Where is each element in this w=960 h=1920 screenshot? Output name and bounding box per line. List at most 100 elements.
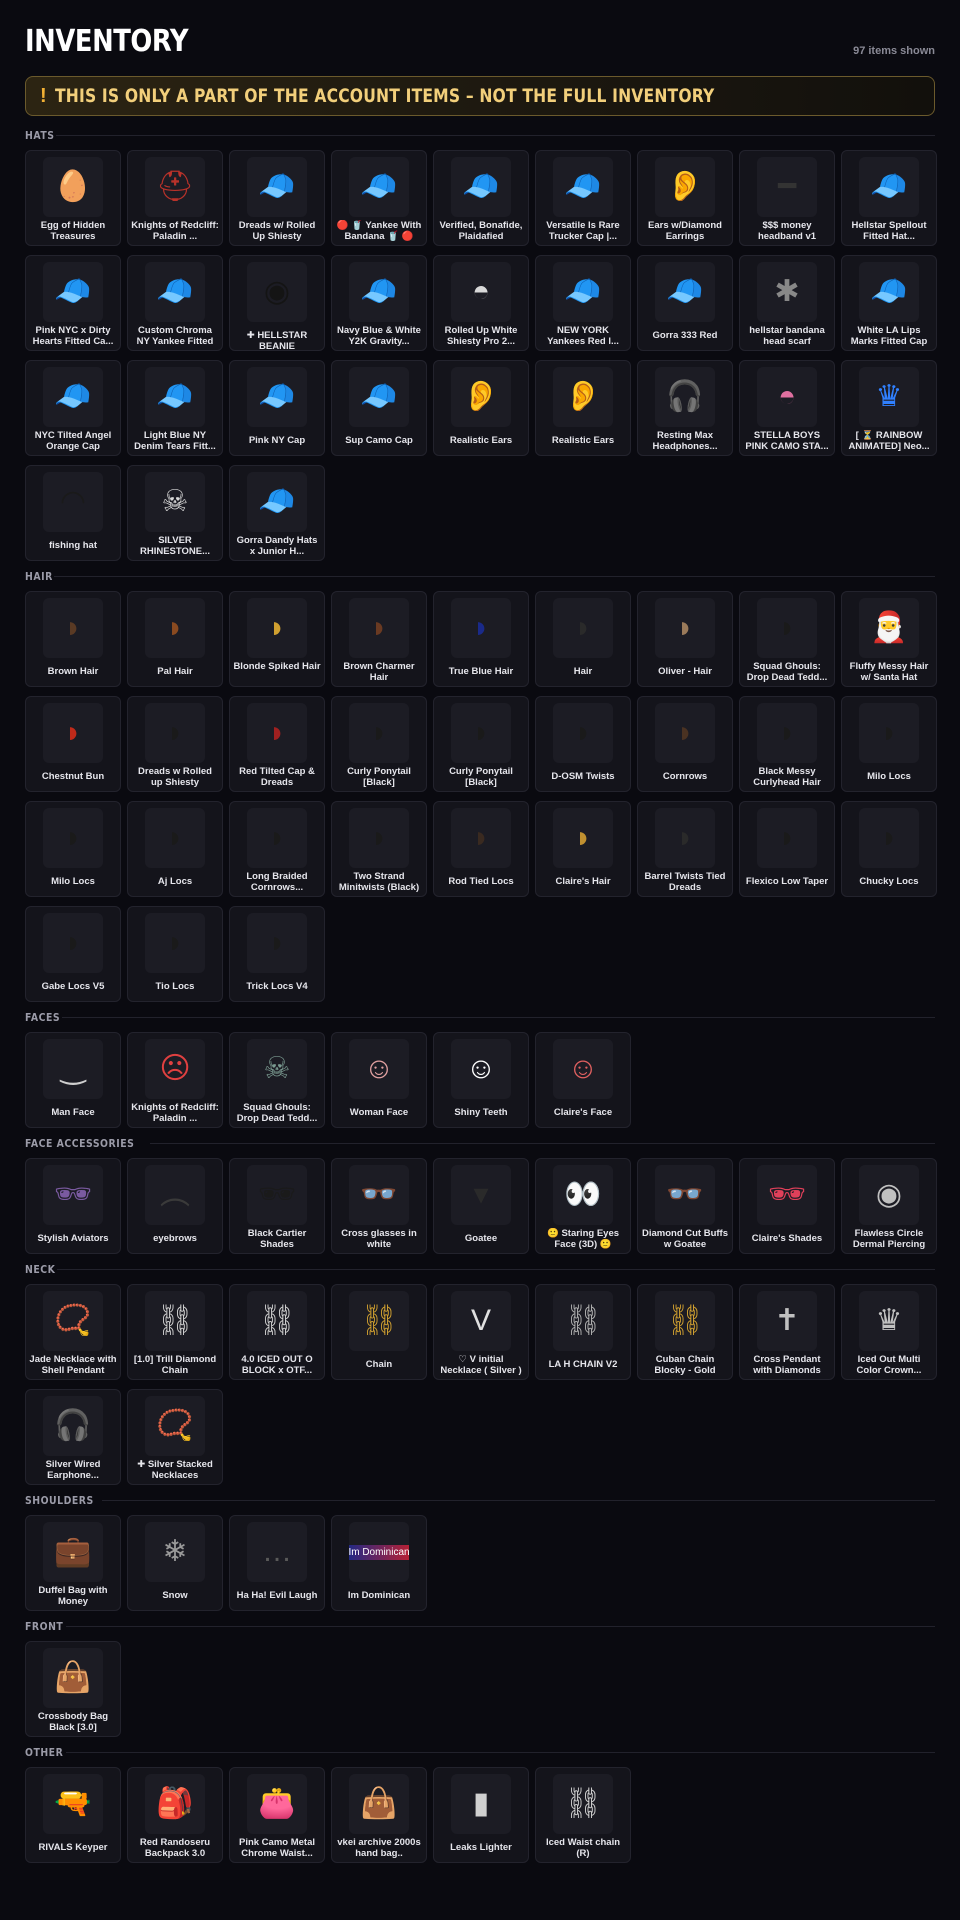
- item-card[interactable]: 🥚 Egg of Hidden Treasures: [25, 150, 121, 246]
- item-card[interactable]: ◗ Hair: [535, 591, 631, 687]
- item-card[interactable]: ◗ Dreads w Rolled up Shiesty: [127, 696, 223, 792]
- item-card[interactable]: 🕶 Black Cartier Shades: [229, 1158, 325, 1254]
- item-card[interactable]: ◗ Chucky Locs: [841, 801, 937, 897]
- item-card[interactable]: ◗ Trick Locs V4: [229, 906, 325, 1002]
- item-card[interactable]: ◗ Pal Hair: [127, 591, 223, 687]
- item-card[interactable]: ◗ Squad Ghouls: Drop Dead Tedd...: [739, 591, 835, 687]
- item-card[interactable]: ☺ Claire's Face: [535, 1032, 631, 1128]
- item-card[interactable]: ⛓ Iced Waist chain (R): [535, 1767, 631, 1863]
- item-card[interactable]: 🧢 Hellstar Spellout Fitted Hat...: [841, 150, 937, 246]
- item-card[interactable]: ◗ Claire's Hair: [535, 801, 631, 897]
- item-card[interactable]: 🕶 Stylish Aviators: [25, 1158, 121, 1254]
- item-card[interactable]: ❄ Snow: [127, 1515, 223, 1611]
- item-card[interactable]: 🧢 Verified, Bonafide, Plaidafied: [433, 150, 529, 246]
- item-card[interactable]: ◗ Brown Charmer Hair: [331, 591, 427, 687]
- item-thumbnail: 🧢: [349, 157, 409, 217]
- item-card[interactable]: 💼 Duffel Bag with Money: [25, 1515, 121, 1611]
- item-card[interactable]: ◗ Tio Locs: [127, 906, 223, 1002]
- item-card[interactable]: 🧢 Pink NYC x Dirty Hearts Fitted Ca...: [25, 255, 121, 351]
- item-card[interactable]: ☺ Shiny Teeth: [433, 1032, 529, 1128]
- item-card[interactable]: ◗ Aj Locs: [127, 801, 223, 897]
- item-name: eyebrows: [153, 1233, 197, 1244]
- item-card[interactable]: 👂 Ears w/Diamond Earrings: [637, 150, 733, 246]
- item-card[interactable]: 🧢 White LA Lips Marks Fitted Cap: [841, 255, 937, 351]
- item-card[interactable]: ︵ eyebrows: [127, 1158, 223, 1254]
- item-card[interactable]: ◉ ✚ HELLSTAR BEANIE: [229, 255, 325, 352]
- item-card[interactable]: 📿 ✚ Silver Stacked Necklaces: [127, 1389, 223, 1485]
- item-card[interactable]: 👜 vkei archive 2000s hand bag..: [331, 1767, 427, 1863]
- item-card[interactable]: ◗ Red Tilted Cap & Dreads: [229, 696, 325, 792]
- item-card[interactable]: 🎧 Silver Wired Earphone...: [25, 1389, 121, 1485]
- item-card[interactable]: 🔫 RIVALS Keyper: [25, 1767, 121, 1863]
- item-card[interactable]: ◗ Long Braided Cornrows...: [229, 801, 325, 897]
- item-card[interactable]: 🧢 Pink NY Cap: [229, 360, 325, 456]
- item-card[interactable]: ◗ Oliver - Hair: [637, 591, 733, 687]
- item-card[interactable]: ◗ Rod Tied Locs: [433, 801, 529, 897]
- item-card[interactable]: ◗ Chestnut Bun: [25, 696, 121, 792]
- item-card[interactable]: ☹ Knights of Redcliff: Paladin ...: [127, 1032, 223, 1128]
- item-card[interactable]: 🧢 Light Blue NY Denim Tears Fitt...: [127, 360, 223, 456]
- item-card[interactable]: ◗ Two Strand Minitwists (Black): [331, 801, 427, 897]
- item-card[interactable]: ◗ Black Messy Curlyhead Hair: [739, 696, 835, 792]
- item-card[interactable]: 🧢 Gorra 333 Red: [637, 255, 733, 351]
- item-card[interactable]: ▮ Leaks Lighter: [433, 1767, 529, 1863]
- item-card[interactable]: ‿ Man Face: [25, 1032, 121, 1128]
- item-card[interactable]: 👛 Pink Camo Metal Chrome Waist...: [229, 1767, 325, 1863]
- item-card[interactable]: ◗ Cornrows: [637, 696, 733, 792]
- item-card[interactable]: ⛓ 4.0 ICED OUT O BLOCK x OTF...: [229, 1284, 325, 1380]
- item-card[interactable]: ⛓ Cuban Chain Blocky - Gold: [637, 1284, 733, 1380]
- item-card[interactable]: ✱ hellstar bandana head scarf: [739, 255, 835, 351]
- item-card[interactable]: ◗ Milo Locs: [841, 696, 937, 792]
- item-card[interactable]: 🎅 Fluffy Messy Hair w/ Santa Hat: [841, 591, 937, 687]
- item-card[interactable]: 🧢 Gorra Dandy Hats x Junior H...: [229, 465, 325, 561]
- item-card[interactable]: ◗ Brown Hair: [25, 591, 121, 687]
- item-card[interactable]: ☺ Woman Face: [331, 1032, 427, 1128]
- item-card[interactable]: ◗ Gabe Locs V5: [25, 906, 121, 1002]
- item-card[interactable]: 👂 Realistic Ears: [535, 360, 631, 456]
- item-card[interactable]: V ♡ V initial Necklace ( Silver ): [433, 1284, 529, 1380]
- item-card[interactable]: ⛓ Chain: [331, 1284, 427, 1380]
- item-card[interactable]: ⛑ Knights of Redcliff: Paladin ...: [127, 150, 223, 246]
- item-card[interactable]: ◗ True Blue Hair: [433, 591, 529, 687]
- item-card[interactable]: ▾ Goatee: [433, 1158, 529, 1254]
- item-card[interactable]: 🕶 Claire's Shades: [739, 1158, 835, 1254]
- item-card[interactable]: ⛓ LA H CHAIN V2: [535, 1284, 631, 1380]
- item-card[interactable]: ♛ [ ⏳ RAINBOW ANIMATED] Neo...: [841, 360, 937, 456]
- item-card[interactable]: 🎧 Resting Max Headphones...: [637, 360, 733, 456]
- item-card[interactable]: 🧢 NYC Tilted Angel Orange Cap: [25, 360, 121, 456]
- item-card[interactable]: ◗ Barrel Twists Tied Dreads: [637, 801, 733, 897]
- item-card[interactable]: 🧢 Sup Camo Cap: [331, 360, 427, 456]
- item-card[interactable]: ✝ Cross Pendant with Diamonds: [739, 1284, 835, 1380]
- item-card[interactable]: 👂 Realistic Ears: [433, 360, 529, 456]
- item-card[interactable]: ⛓ [1.0] Trill Diamond Chain: [127, 1284, 223, 1380]
- item-card[interactable]: ◗ Blonde Spiked Hair: [229, 591, 325, 687]
- item-thumbnail: ◗: [859, 703, 919, 763]
- item-card[interactable]: ◉ Flawless Circle Dermal Piercing: [841, 1158, 937, 1254]
- item-card[interactable]: 🧢 Versatile Is Rare Trucker Cap |...: [535, 150, 631, 246]
- item-card[interactable]: … Ha Ha! Evil Laugh: [229, 1515, 325, 1611]
- item-card[interactable]: ◠ fishing hat: [25, 465, 121, 561]
- item-card[interactable]: ◗ Milo Locs: [25, 801, 121, 897]
- item-card[interactable]: 👜 Crossbody Bag Black [3.0]: [25, 1641, 121, 1737]
- item-card[interactable]: ☠ Squad Ghouls: Drop Dead Tedd...: [229, 1032, 325, 1128]
- item-card[interactable]: ━ $$$ money headband v1: [739, 150, 835, 246]
- item-card[interactable]: ◓ Rolled Up White Shiesty Pro 2...: [433, 255, 529, 351]
- item-card[interactable]: 🧢 Custom Chroma NY Yankee Fitted: [127, 255, 223, 351]
- item-card[interactable]: 🧢 NEW YORK Yankees Red l...: [535, 255, 631, 351]
- item-card[interactable]: 📿 Jade Necklace with Shell Pendant: [25, 1284, 121, 1380]
- item-card[interactable]: 🎒 Red Randoseru Backpack 3.0: [127, 1767, 223, 1863]
- item-card[interactable]: 👀 🙂 Staring Eyes Face (3D) 🙂: [535, 1158, 631, 1254]
- item-card[interactable]: 🧢 🔴 🥤 Yankee With Bandana 🥤 🔴: [331, 150, 427, 246]
- item-card[interactable]: ♛ Iced Out Multi Color Crown...: [841, 1284, 937, 1380]
- item-card[interactable]: 🧢 Dreads w/ Rolled Up Shiesty: [229, 150, 325, 246]
- item-card[interactable]: ☠ SILVER RHINESTONE...: [127, 465, 223, 561]
- item-card[interactable]: 👓 Cross glasses in white: [331, 1158, 427, 1254]
- item-card[interactable]: 🧢 Navy Blue & White Y2K Gravity...: [331, 255, 427, 351]
- item-card[interactable]: ◗ Curly Ponytail [Black]: [331, 696, 427, 792]
- item-card[interactable]: ◓ STELLA BOYS PINK CAMO STA...: [739, 360, 835, 456]
- item-card[interactable]: ◗ Flexico Low Taper: [739, 801, 835, 897]
- item-card[interactable]: Im Dominican Im Dominican: [331, 1515, 427, 1611]
- item-card[interactable]: 👓 Diamond Cut Buffs w Goatee: [637, 1158, 733, 1254]
- item-card[interactable]: ◗ D-OSM Twists: [535, 696, 631, 792]
- item-card[interactable]: ◗ Curly Ponytail [Black]: [433, 696, 529, 792]
